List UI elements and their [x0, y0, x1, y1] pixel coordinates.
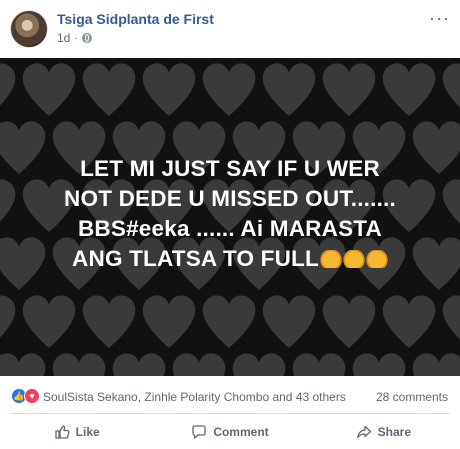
- heart-shape: [82, 295, 136, 348]
- image-text-line: NOT DEDE U MISSED OUT.......: [64, 186, 396, 211]
- comment-icon: [192, 425, 206, 439]
- separator: ·: [74, 32, 78, 44]
- share-button[interactable]: Share: [307, 415, 460, 449]
- heart-shape: [0, 353, 46, 376]
- reaction-summary: 👍 ♥ SoulSista Sekano, Zinhle Polarity Ch…: [0, 380, 460, 412]
- image-text: LET MI JUST SAY IF U WER NOT DEDE U MISS…: [0, 154, 460, 274]
- heart-shape: [322, 295, 376, 348]
- heart-shape: [262, 295, 316, 348]
- fist-emoji-icon: [342, 250, 365, 268]
- post-image[interactable]: LET MI JUST SAY IF U WER NOT DEDE U MISS…: [0, 58, 460, 376]
- share-icon: [356, 425, 371, 439]
- like-button[interactable]: Like: [0, 415, 153, 449]
- post-meta: 1d ·: [57, 31, 92, 45]
- heart-shape: [52, 353, 106, 376]
- post-options-button[interactable]: ···: [429, 8, 450, 29]
- heart-shape: [22, 63, 76, 116]
- heart-shape: [322, 63, 376, 116]
- heart-shape: [442, 63, 460, 108]
- globe-icon[interactable]: [81, 33, 92, 43]
- fist-emoji-icon: [319, 250, 342, 268]
- heart-shape: [0, 63, 16, 106]
- comment-label: Comment: [213, 425, 269, 439]
- feed-post: Tsiga Sidplanta de First 1d · ··· LET MI…: [0, 0, 460, 449]
- heart-shape: [202, 63, 256, 116]
- timestamp[interactable]: 1d: [57, 31, 70, 45]
- post-actions: Like Comment Share: [0, 415, 460, 449]
- heart-shape: [352, 353, 406, 376]
- heart-shape: [172, 353, 226, 376]
- image-text-line: LET MI JUST SAY IF U WER: [80, 156, 380, 181]
- author-name[interactable]: Tsiga Sidplanta de First: [57, 11, 214, 27]
- heart-shape: [112, 353, 166, 376]
- comment-button[interactable]: Comment: [153, 415, 306, 449]
- heart-shape: [82, 63, 136, 116]
- heart-shape: [442, 295, 460, 340]
- heart-shape: [202, 295, 256, 348]
- image-text-line: ANG TLATSA TO FULL: [72, 246, 319, 271]
- like-label: Like: [75, 425, 100, 439]
- image-text-line: BBS#eeka ...... Ai MARASTA: [77, 216, 383, 241]
- avatar[interactable]: [10, 10, 48, 48]
- heart-shape: [292, 353, 346, 376]
- divider: [10, 413, 450, 414]
- heart-shape: [382, 295, 436, 348]
- thumbs-up-icon: [55, 425, 70, 439]
- heart-shape: [232, 353, 286, 376]
- heart-shape: [142, 63, 196, 116]
- fist-emoji-icon: [365, 250, 388, 268]
- share-label: Share: [377, 425, 411, 439]
- heart-shape: [262, 63, 316, 116]
- heart-shape: [142, 295, 196, 348]
- heart-shape: [412, 353, 460, 376]
- reactors-text[interactable]: SoulSista Sekano, Zinhle Polarity Chombo…: [43, 390, 346, 404]
- heart-shape: [0, 295, 16, 338]
- heart-shape: [22, 295, 76, 348]
- image-text-line-with-emoji: ANG TLATSA TO FULL: [0, 244, 460, 274]
- heart-shape: [382, 63, 436, 116]
- love-reaction-icon[interactable]: ♥: [24, 388, 40, 404]
- comments-count[interactable]: 28 comments: [376, 390, 448, 404]
- post-header: Tsiga Sidplanta de First 1d · ···: [0, 0, 460, 56]
